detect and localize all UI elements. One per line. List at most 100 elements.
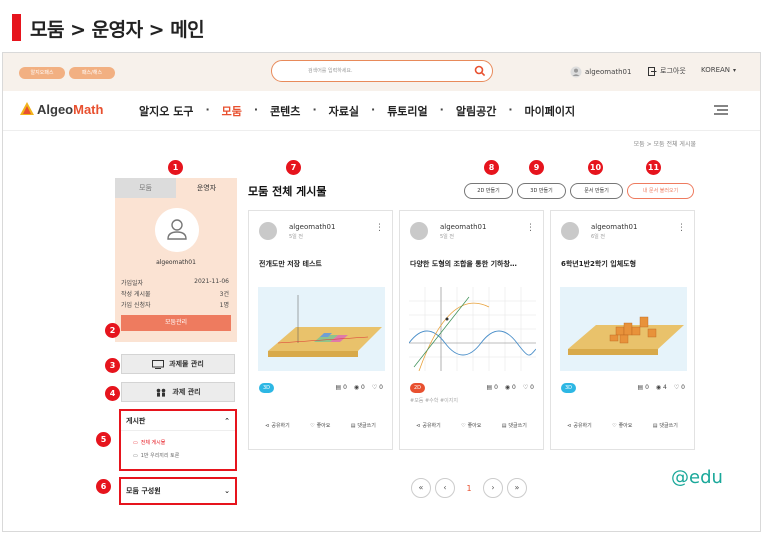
members-section[interactable]: 모둠 구성원 ⌄ (119, 477, 237, 505)
comment-button[interactable]: ▤ 댓글쓰기 (652, 422, 678, 430)
search-box[interactable]: 검색어를 입력하세요. (271, 60, 493, 82)
share-icon: ⊲ (416, 422, 421, 429)
comment-icon: ▤ 0 (335, 384, 347, 391)
post-time: 6일 전 (591, 234, 605, 240)
nav-menu: 알지오 도구 · 모둠 · 콘텐츠 · 자료실 · 튜토리얼 · 알림공간 · … (133, 103, 581, 119)
pass-pill-1[interactable]: 알지오패스 (19, 67, 65, 79)
post-stats: ▤ 0 ◉ 0 ♡ 0 (335, 384, 383, 391)
thumb-icon: ♡ (612, 422, 617, 429)
post-thumbnail-3d[interactable] (258, 287, 385, 371)
people-icon (157, 388, 166, 397)
pass-pill-2[interactable]: 패스/해스 (69, 67, 115, 79)
post-title[interactable]: 전개도만 저장 테스트 (259, 259, 387, 269)
create-2d-button[interactable]: 2D 만들기 (464, 183, 513, 199)
post-time: 5일 전 (440, 234, 454, 240)
more-vert-icon[interactable]: ⋮ (375, 223, 384, 233)
language-label: KOREAN (701, 66, 731, 74)
utility-bar: 알지오패스 패스/해스 검색어를 입력하세요. algeomath01 로그아웃 (3, 53, 760, 91)
badge-2: 2 (105, 323, 120, 338)
post-card[interactable]: algeomath01 6일 전 ⋮ 6학년1반2학기 입체도형 3D ▤ 0 … (550, 210, 695, 450)
post-hashtags[interactable]: #모둠 #수학 #이지지 (410, 397, 458, 404)
like-button[interactable]: ♡ 좋아요 (310, 422, 330, 430)
chevron-down-icon: ▾ (733, 66, 737, 74)
post-actions: ⊲ 공유하기 ♡ 좋아요 ▤ 댓글쓰기 (249, 422, 392, 430)
user-avatar-icon (570, 66, 582, 78)
nav-item-mypage[interactable]: 마이페이지 (519, 103, 582, 119)
post-author: algeomath01 (591, 223, 638, 231)
badge-11: 11 (646, 160, 661, 175)
like-button[interactable]: ♡ 좋아요 (612, 422, 632, 430)
user-menu[interactable]: algeomath01 (570, 66, 631, 78)
share-button[interactable]: ⊲ 공유하기 (567, 422, 592, 430)
view-icon: ◉ 4 (655, 384, 667, 391)
username-label: algeomath01 (585, 68, 632, 76)
badge-7: 7 (286, 160, 301, 175)
nav-item-contents[interactable]: 콘텐츠 (264, 103, 306, 119)
page-number[interactable]: 1 (459, 484, 479, 493)
tab-group[interactable]: 모둠 (115, 178, 176, 198)
next-page-button[interactable]: › (483, 478, 503, 498)
comment-button[interactable]: ▤ 댓글쓰기 (351, 422, 376, 430)
comment-button[interactable]: ▤ 댓글쓰기 (501, 422, 527, 430)
nav-item-group[interactable]: 모둠 (216, 103, 248, 119)
algeomath-logo[interactable]: AlgeoMath (19, 101, 103, 117)
badge-8: 8 (484, 160, 499, 175)
post-card[interactable]: algeomath01 5일 전 ⋮ 전개도만 저장 테스트 3D ▤ 0 ◉ … (248, 210, 393, 450)
share-button[interactable]: ⊲ 공유하기 (265, 422, 290, 430)
search-icon[interactable] (474, 65, 486, 77)
search-input[interactable]: 검색어를 입력하세요. (308, 67, 353, 74)
main-nav: AlgeoMath 알지오 도구 · 모둠 · 콘텐츠 · 자료실 · 튜토리얼… (3, 91, 760, 131)
watermark: @edu (671, 467, 723, 488)
board-item-class1[interactable]: ▭ 1반 우리끼리 토론 (121, 449, 235, 462)
tab-operator[interactable]: 운영자 (176, 178, 237, 198)
members-section-header[interactable]: 모둠 구성원 ⌄ (121, 479, 235, 503)
assignment-manage-button[interactable]: 과제 관리 (121, 382, 235, 402)
load-doc-button[interactable]: 내 문서 불러오기 (627, 183, 694, 199)
comment-icon: ▤ 0 (637, 384, 649, 391)
comment-icon: ▤ (652, 422, 658, 429)
board-section: 게시판 ⌃ ▭ 전체 게시물 ▭ 1반 우리끼리 토론 (119, 409, 237, 471)
more-vert-icon[interactable]: ⋮ (677, 223, 686, 233)
badge-10: 10 (588, 160, 603, 175)
nav-item-notice[interactable]: 알림공간 (450, 103, 502, 119)
nav-item-tools[interactable]: 알지오 도구 (133, 103, 199, 119)
comment-icon: ▤ (501, 422, 507, 429)
avatar (410, 222, 428, 240)
nav-item-library[interactable]: 자료실 (323, 103, 365, 119)
board-item-all[interactable]: ▭ 전체 게시물 (121, 436, 235, 449)
profile-row-posts: 작성 게시물 3건 (121, 291, 229, 298)
page-title: 모둠 > 운영자 > 메인 (30, 19, 205, 41)
first-page-button[interactable]: « (411, 478, 431, 498)
prev-page-button[interactable]: ‹ (435, 478, 455, 498)
like-button[interactable]: ♡ 좋아요 (461, 422, 481, 430)
badge-3: 3 (105, 358, 120, 373)
badge-5: 5 (96, 432, 111, 447)
post-thumbnail-2d[interactable] (409, 287, 536, 371)
profile-avatar-icon (155, 208, 199, 252)
profile-row-applicants: 가입 신청자 1명 (121, 302, 229, 309)
logout-link[interactable]: 로그아웃 (648, 66, 686, 76)
more-vert-icon[interactable]: ⋮ (526, 223, 535, 233)
assignment-board-button[interactable]: 과제물 관리 (121, 354, 235, 374)
language-select[interactable]: KOREAN ▾ (701, 66, 736, 74)
tag-badge-2d: 2D (410, 383, 426, 393)
share-button[interactable]: ⊲ 공유하기 (416, 422, 441, 430)
thumb-icon: ♡ (461, 422, 466, 429)
post-title[interactable]: 6학년1반2학기 입체도형 (561, 259, 689, 269)
group-manage-button[interactable]: 모둠관리 (121, 315, 231, 331)
logout-label: 로그아웃 (660, 67, 686, 75)
post-thumbnail-3d[interactable] (560, 287, 687, 371)
post-author: algeomath01 (289, 223, 336, 231)
nav-item-tutorial[interactable]: 튜토리얼 (381, 103, 433, 119)
pagination: « ‹ 1 › » (411, 478, 527, 498)
avatar (561, 222, 579, 240)
create-3d-button[interactable]: 3D 만들기 (517, 183, 566, 199)
last-page-button[interactable]: » (507, 478, 527, 498)
board-section-header[interactable]: 게시판 ⌃ (121, 411, 235, 431)
post-title[interactable]: 다양한 도형의 조합을 통한 기하창… (410, 259, 538, 269)
badge-4: 4 (105, 386, 120, 401)
tag-badge-3d: 3D (259, 383, 275, 393)
post-card[interactable]: algeomath01 5일 전 ⋮ 다양한 도형의 조합을 통한 기하창… 2… (399, 210, 544, 450)
hamburger-menu-icon[interactable] (714, 105, 728, 115)
create-doc-button[interactable]: 문서 만들기 (570, 183, 623, 199)
